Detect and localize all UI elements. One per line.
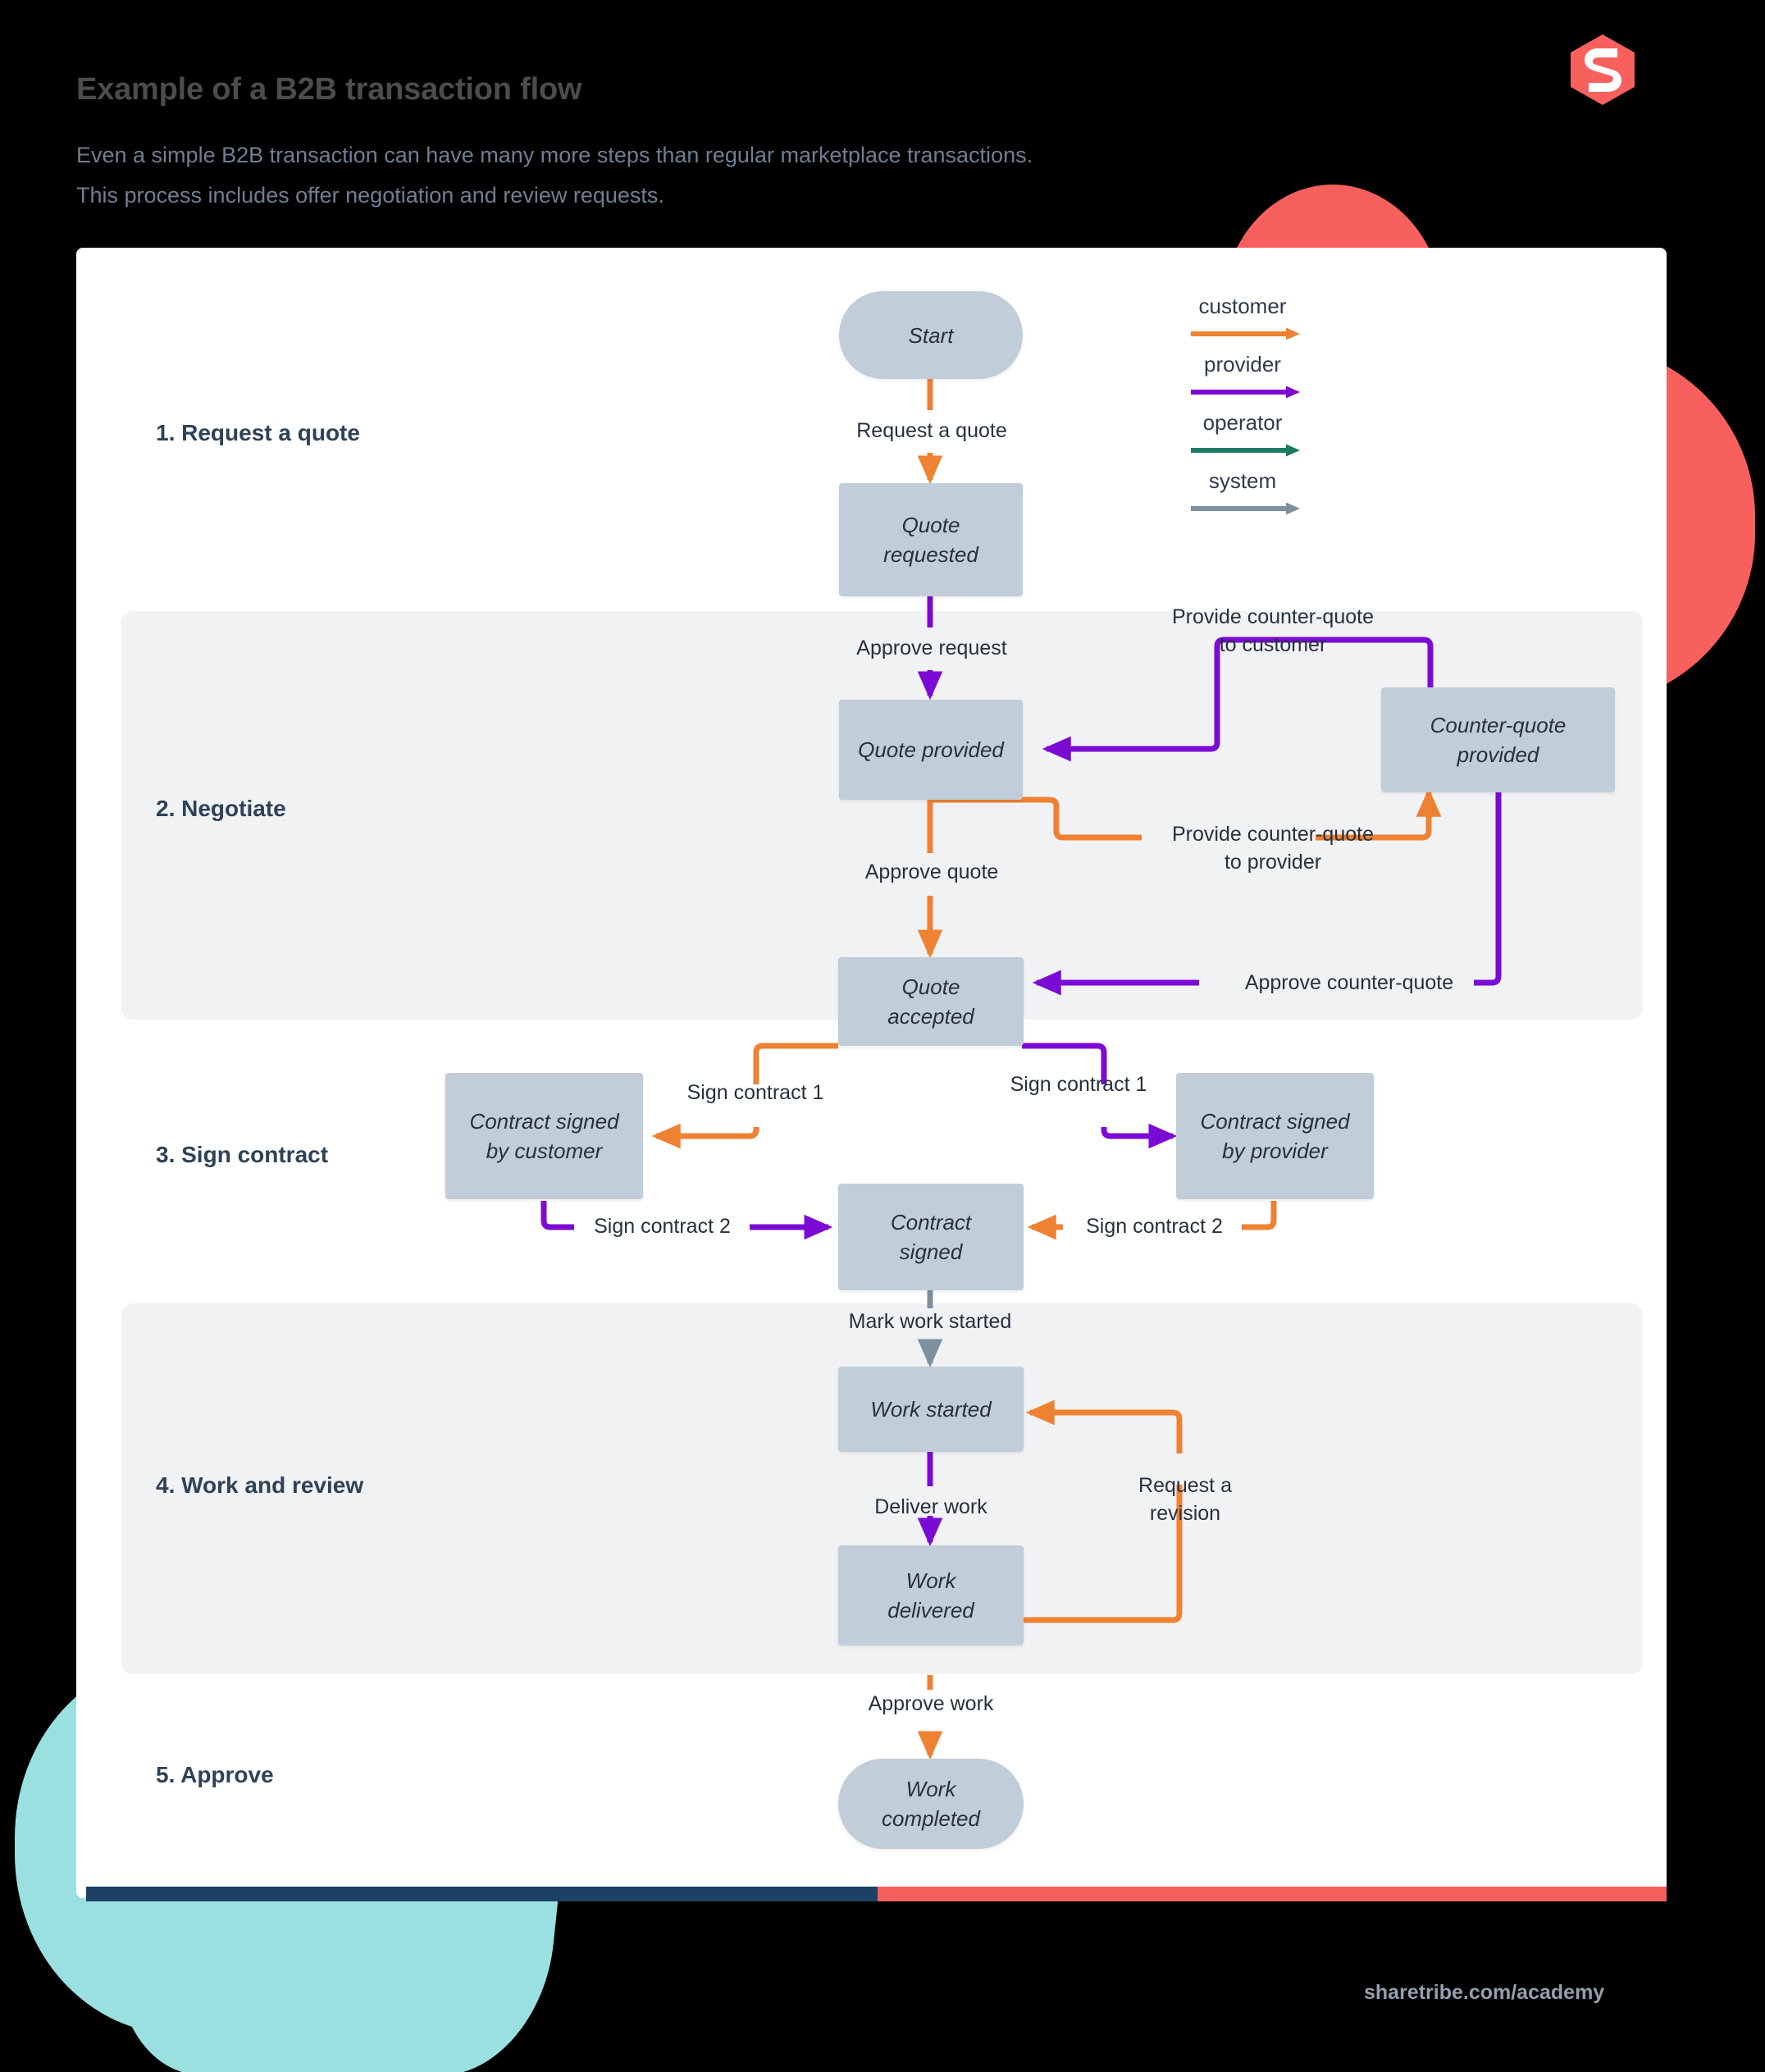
- edge-label-sign-contract-2-right: Sign contract 2: [1086, 1215, 1223, 1238]
- node-label: Start: [908, 322, 954, 348]
- subtitle-line-2: This process includes offer negotiation …: [76, 183, 664, 208]
- node-label: Contract signed by customer: [469, 1109, 619, 1163]
- stage-label-5: 5. Approve: [156, 1762, 274, 1787]
- node-label: Work started: [870, 1397, 992, 1422]
- edge-label-approve-quote: Approve quote: [864, 860, 999, 883]
- edge-label-sign-contract-1-customer: Sign contract 1: [686, 1081, 824, 1104]
- stage-label-3: 3. Sign contract: [156, 1142, 329, 1167]
- legend-item-operator: operator: [1173, 410, 1312, 468]
- edge-label-provide-counter-quote-to-provider: Provide counter-quote to provider: [1172, 823, 1374, 874]
- node-label: Contract signed: [890, 1210, 972, 1264]
- edge-label-mark-work-started: Mark work started: [848, 1310, 1012, 1333]
- legend-label: provider: [1204, 352, 1281, 377]
- edge-label-approve-work: Approve work: [868, 1692, 994, 1715]
- card-bottom-bar-navy: [86, 1887, 878, 1901]
- node-work-started[interactable]: Work started: [838, 1367, 1024, 1452]
- legend-arrow-operator-icon: [1191, 444, 1300, 457]
- node-start[interactable]: Start: [839, 291, 1023, 379]
- node-work-completed[interactable]: Work completed: [838, 1759, 1024, 1849]
- edge-label-request-a-revision: Request a revision: [1138, 1474, 1232, 1525]
- node-label: Work delivered: [887, 1568, 974, 1622]
- node-label: Work completed: [882, 1777, 980, 1831]
- node-quote-accepted[interactable]: Quote accepted: [838, 957, 1024, 1046]
- legend-label: customer: [1198, 294, 1287, 318]
- edge-label-approve-counter-quote: Approve counter-quote: [1244, 971, 1454, 994]
- node-contract-signed[interactable]: Contract signed: [838, 1184, 1024, 1290]
- legend-arrow-provider-icon: [1191, 386, 1300, 399]
- sharetribe-logo-icon: [1571, 34, 1635, 105]
- node-quote-requested[interactable]: Quote requested: [839, 483, 1023, 596]
- node-quote-provided[interactable]: Quote provided: [839, 700, 1023, 800]
- stage-label-1: 1. Request a quote: [156, 420, 360, 445]
- node-label: Contract signed by provider: [1200, 1109, 1350, 1163]
- stage-label-2: 2. Negotiate: [156, 796, 286, 821]
- page-subtitle: Even a simple B2B transaction can have m…: [76, 135, 1033, 216]
- edge-label-deliver-work: Deliver work: [874, 1495, 987, 1518]
- node-contract-signed-by-provider[interactable]: Contract signed by provider: [1176, 1073, 1374, 1199]
- legend-item-system: system: [1173, 468, 1312, 527]
- card-bottom-bar-coral: [878, 1887, 1667, 1901]
- edge-label-sign-contract-1-provider: Sign contract 1: [1010, 1073, 1147, 1096]
- node-counter-quote-provided[interactable]: Counter-quote provided: [1381, 687, 1615, 792]
- node-label: Quote provided: [858, 737, 1004, 762]
- stage-label-4: 4. Work and review: [156, 1472, 364, 1498]
- edge-label-request-a-quote: Request a quote: [856, 419, 1007, 442]
- page-title: Example of a B2B transaction flow: [76, 72, 582, 107]
- legend-label: operator: [1202, 410, 1283, 435]
- node-label: Quote accepted: [887, 974, 974, 1029]
- node-label: Quote requested: [883, 513, 978, 567]
- footer-url: sharetribe.com/academy: [1364, 1981, 1605, 2004]
- edge-label-sign-contract-2-left: Sign contract 2: [594, 1215, 731, 1238]
- legend-item-provider: provider: [1173, 352, 1312, 410]
- subtitle-line-1: Even a simple B2B transaction can have m…: [76, 143, 1033, 167]
- legend-item-customer: customer: [1173, 294, 1312, 352]
- decorative-teal-shape-bottom: [104, 1887, 560, 2072]
- node-contract-signed-by-customer[interactable]: Contract signed by customer: [445, 1073, 643, 1199]
- edge-label-approve-request: Approve request: [856, 637, 1007, 659]
- node-work-delivered[interactable]: Work delivered: [838, 1545, 1024, 1645]
- infographic-root: Example of a B2B transaction flow Even a…: [0, 0, 1765, 2072]
- legend-arrow-system-icon: [1191, 502, 1300, 515]
- edge-label-provide-counter-quote-to-customer: Provide counter-quote to customer: [1172, 605, 1374, 656]
- legend-label: system: [1208, 468, 1277, 493]
- node-label: Counter-quote provided: [1430, 713, 1567, 767]
- legend: customer provider operator system: [1173, 294, 1312, 527]
- legend-arrow-customer-icon: [1191, 327, 1300, 340]
